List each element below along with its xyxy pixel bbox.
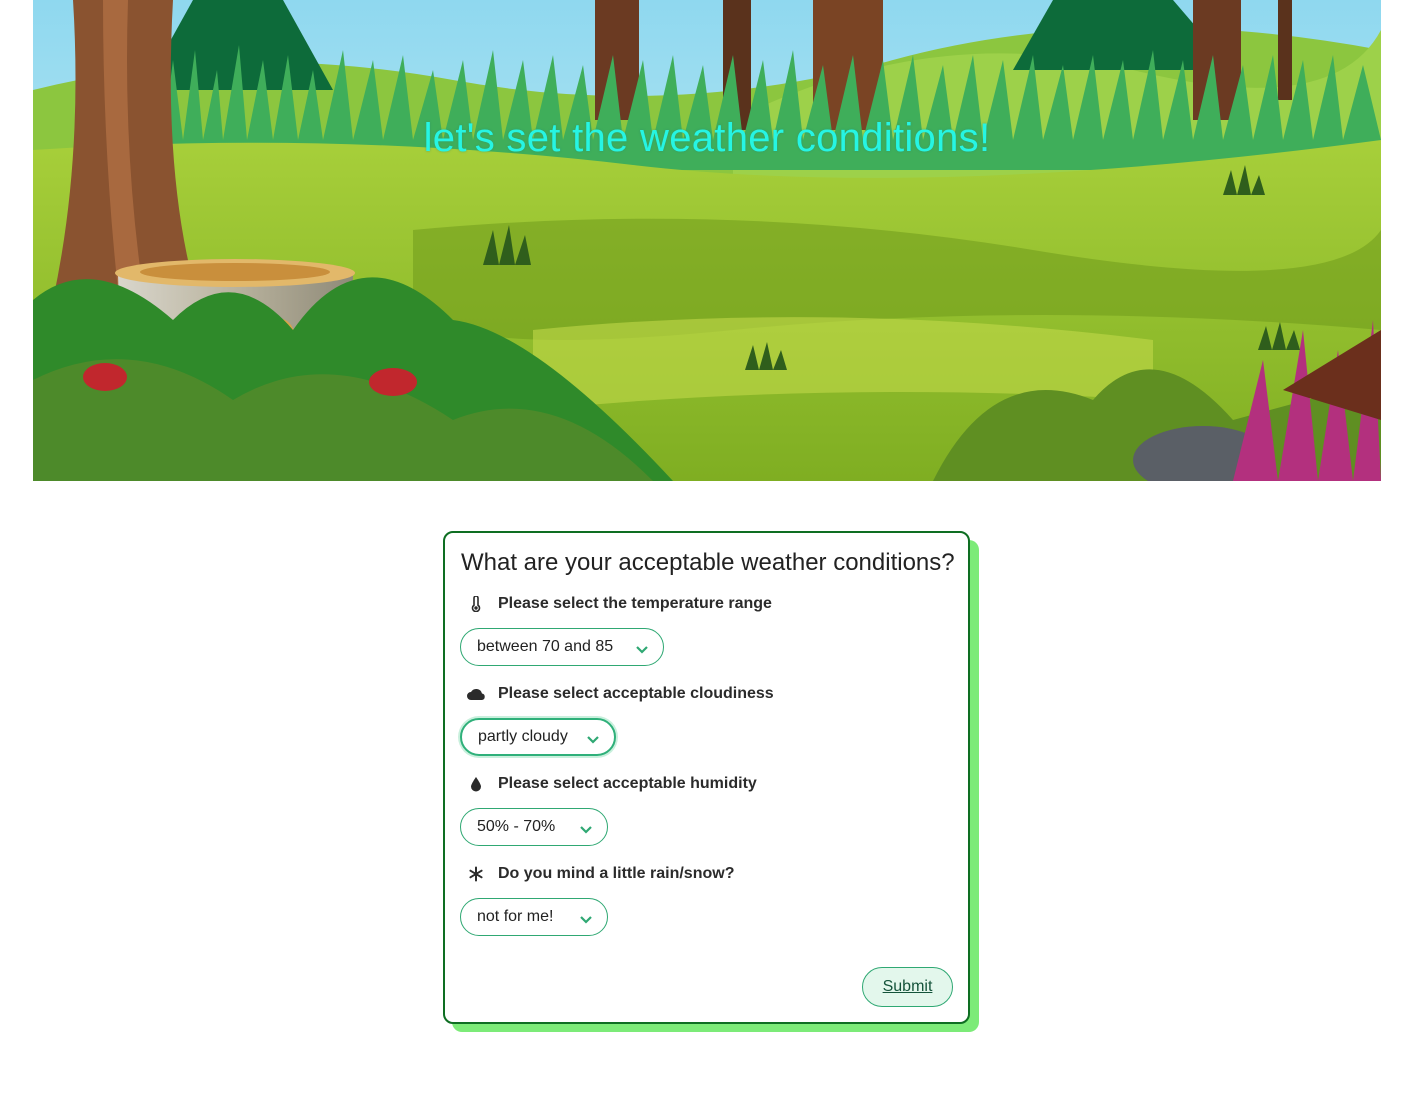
form-heading: What are your acceptable weather conditi… [461, 549, 955, 576]
chevron-down-icon [579, 912, 593, 924]
temperature-select[interactable]: between 70 and 85 [460, 628, 664, 666]
humidity-label: Please select acceptable humidity [465, 775, 757, 793]
droplet-icon [465, 775, 487, 793]
hero-title: let's set the weather conditions! [423, 116, 991, 160]
cloudiness-label: Please select acceptable cloudiness [465, 685, 774, 703]
precipitation-select[interactable]: not for me! [460, 898, 608, 936]
chevron-down-icon [635, 642, 649, 654]
humidity-select[interactable]: 50% - 70% [460, 808, 608, 846]
cloud-icon [465, 685, 487, 703]
cloudiness-label-text: Please select acceptable cloudiness [498, 685, 774, 702]
thermometer-icon [465, 595, 487, 613]
chevron-down-icon [579, 822, 593, 834]
forest-illustration [33, 0, 1381, 481]
chevron-down-icon [586, 732, 600, 744]
snowflake-icon [465, 865, 487, 883]
weather-conditions-form: What are your acceptable weather conditi… [443, 531, 970, 1024]
precipitation-label-text: Do you mind a little rain/snow? [498, 865, 735, 882]
temperature-label: Please select the temperature range [465, 595, 772, 613]
temperature-select-value: between 70 and 85 [477, 638, 614, 655]
cloudiness-select-value: partly cloudy [478, 728, 568, 745]
cloudiness-select[interactable]: partly cloudy [460, 718, 616, 756]
precipitation-select-value: not for me! [477, 908, 554, 925]
humidity-label-text: Please select acceptable humidity [498, 775, 757, 792]
precipitation-label: Do you mind a little rain/snow? [465, 865, 734, 883]
humidity-select-value: 50% - 70% [477, 818, 556, 835]
submit-button[interactable]: Submit [862, 967, 953, 1007]
hero-banner: let's set the weather conditions! [33, 0, 1381, 481]
temperature-label-text: Please select the temperature range [498, 595, 772, 612]
